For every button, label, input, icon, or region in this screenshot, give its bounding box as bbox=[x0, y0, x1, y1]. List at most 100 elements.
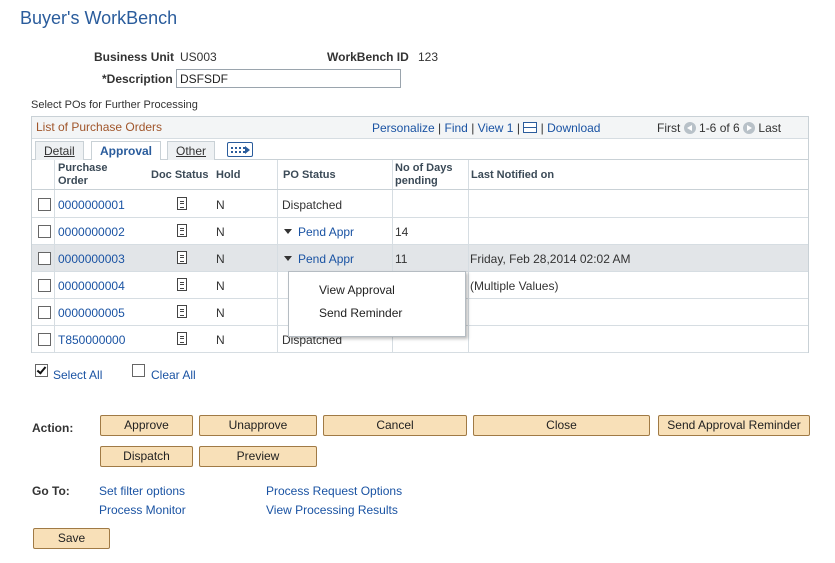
goto-label: Go To: bbox=[32, 484, 70, 498]
col-sep bbox=[277, 160, 278, 189]
find-link[interactable]: Find bbox=[445, 121, 468, 135]
approve-button[interactable]: Approve bbox=[100, 415, 193, 436]
tab-detail[interactable]: Detail bbox=[35, 141, 84, 160]
personalize-link[interactable]: Personalize bbox=[372, 121, 435, 135]
po-link[interactable]: 0000000001 bbox=[58, 198, 125, 212]
col-days-pending: No of Days pending bbox=[395, 162, 453, 187]
col-sep bbox=[54, 160, 55, 189]
grid-tabs: Detail Approval Other bbox=[32, 139, 808, 161]
caret-down-icon bbox=[284, 229, 292, 234]
pager-last[interactable]: Last bbox=[758, 121, 781, 135]
nav-sep: | bbox=[540, 121, 544, 135]
page-title: Buyer's WorkBench bbox=[20, 8, 178, 28]
send-approval-reminder-button[interactable]: Send Approval Reminder bbox=[658, 415, 810, 436]
description-input[interactable] bbox=[176, 69, 401, 88]
row-checkbox[interactable] bbox=[38, 279, 51, 292]
hold-value: N bbox=[216, 225, 225, 239]
column-headers: Purchase Order Doc Status Hold PO Status… bbox=[32, 160, 808, 190]
po-link[interactable]: 0000000003 bbox=[58, 252, 125, 266]
document-icon[interactable] bbox=[177, 305, 187, 318]
clear-all-checkbox[interactable] bbox=[132, 364, 145, 377]
tab-other-label: Other bbox=[176, 144, 207, 158]
document-icon[interactable] bbox=[177, 197, 187, 210]
col-purchase-order: Purchase Order bbox=[58, 162, 108, 187]
last-notified-value: (Multiple Values) bbox=[470, 279, 559, 293]
row-checkbox[interactable] bbox=[38, 198, 51, 211]
nav-sep: | bbox=[516, 121, 520, 135]
description-label: *Description bbox=[102, 72, 173, 86]
row-checkbox[interactable] bbox=[38, 225, 51, 238]
hold-value: N bbox=[216, 198, 225, 212]
row-checkbox[interactable] bbox=[38, 252, 51, 265]
workbench-id-label: WorkBench ID bbox=[327, 50, 409, 64]
pager-first[interactable]: First bbox=[657, 121, 680, 135]
hold-value: N bbox=[216, 306, 225, 320]
menu-item-view-approval[interactable]: View Approval bbox=[319, 283, 395, 297]
grid-header-bar: List of Purchase Orders Personalize | Fi… bbox=[32, 117, 808, 139]
document-icon[interactable] bbox=[177, 251, 187, 264]
process-monitor-link[interactable]: Process Monitor bbox=[99, 503, 186, 517]
prev-arrow-icon[interactable] bbox=[683, 122, 696, 134]
view1-link[interactable]: View 1 bbox=[478, 121, 514, 135]
table-row: 0000000001 N Dispatched bbox=[32, 191, 808, 218]
hold-value: N bbox=[216, 333, 225, 347]
document-icon[interactable] bbox=[177, 278, 187, 291]
select-all-link[interactable]: Select All bbox=[53, 368, 102, 382]
col-divider bbox=[277, 190, 278, 353]
col-doc-status: Doc Status bbox=[151, 169, 209, 181]
grid-nav: Personalize | Find | View 1 | | Download bbox=[372, 121, 600, 135]
po-link[interactable]: 0000000002 bbox=[58, 225, 125, 239]
status-context-menu: View Approval Send Reminder bbox=[288, 271, 466, 337]
col-divider bbox=[54, 190, 55, 353]
po-status-value: Dispatched bbox=[282, 198, 343, 212]
nav-sep: | bbox=[471, 121, 475, 135]
unapprove-button[interactable]: Unapprove bbox=[199, 415, 317, 436]
pager-range: 1-6 of 6 bbox=[699, 121, 740, 135]
tab-approval[interactable]: Approval bbox=[91, 141, 162, 161]
caret-down-icon bbox=[284, 256, 292, 261]
po-status-dropdown[interactable]: Pend Appr bbox=[284, 252, 354, 266]
process-request-options-link[interactable]: Process Request Options bbox=[266, 484, 402, 498]
days-value: 14 bbox=[395, 225, 409, 239]
days-value: 11 bbox=[395, 252, 408, 266]
tab-other[interactable]: Other bbox=[167, 141, 216, 160]
hold-value: N bbox=[216, 252, 225, 266]
view-processing-results-link[interactable]: View Processing Results bbox=[266, 503, 398, 517]
document-icon[interactable] bbox=[177, 332, 187, 345]
spreadsheet-icon[interactable] bbox=[523, 122, 538, 133]
po-link[interactable]: 0000000004 bbox=[58, 279, 125, 293]
row-checkbox[interactable] bbox=[38, 306, 51, 319]
tab-approval-label: Approval bbox=[100, 144, 153, 158]
row-checkbox[interactable] bbox=[38, 333, 51, 346]
download-link[interactable]: Download bbox=[547, 121, 600, 135]
po-status-dropdown[interactable]: Pend Appr bbox=[284, 225, 354, 239]
hold-value: N bbox=[216, 279, 225, 293]
next-arrow-icon[interactable] bbox=[743, 122, 756, 134]
preview-button[interactable]: Preview bbox=[199, 446, 317, 467]
col-sep bbox=[392, 160, 393, 189]
action-label: Action: bbox=[32, 421, 74, 435]
save-button[interactable]: Save bbox=[33, 528, 110, 549]
workbench-id-value: 123 bbox=[418, 50, 439, 64]
cancel-button[interactable]: Cancel bbox=[323, 415, 467, 436]
po-link[interactable]: 0000000005 bbox=[58, 306, 125, 320]
set-filter-options-link[interactable]: Set filter options bbox=[99, 484, 185, 498]
checkmark-icon bbox=[36, 364, 47, 375]
col-po-status: PO Status bbox=[283, 169, 336, 181]
tab-detail-label: Detail bbox=[44, 144, 75, 158]
close-button[interactable]: Close bbox=[473, 415, 650, 436]
col-sep bbox=[468, 160, 469, 189]
grid-section-label: Select POs for Further Processing bbox=[31, 99, 198, 111]
grid-title: List of Purchase Orders bbox=[36, 120, 163, 134]
po-status-value[interactable]: Pend Appr bbox=[298, 252, 354, 266]
business-unit-value: US003 bbox=[180, 50, 217, 64]
nav-sep: | bbox=[438, 121, 442, 135]
clear-all-link[interactable]: Clear All bbox=[151, 368, 196, 382]
show-all-columns-icon[interactable] bbox=[227, 142, 253, 157]
po-link[interactable]: T850000000 bbox=[58, 333, 125, 347]
dispatch-button[interactable]: Dispatch bbox=[100, 446, 193, 467]
po-status-value[interactable]: Pend Appr bbox=[298, 225, 354, 239]
document-icon[interactable] bbox=[177, 224, 187, 237]
menu-item-send-reminder[interactable]: Send Reminder bbox=[319, 306, 402, 320]
select-all-checkbox[interactable] bbox=[35, 364, 48, 377]
